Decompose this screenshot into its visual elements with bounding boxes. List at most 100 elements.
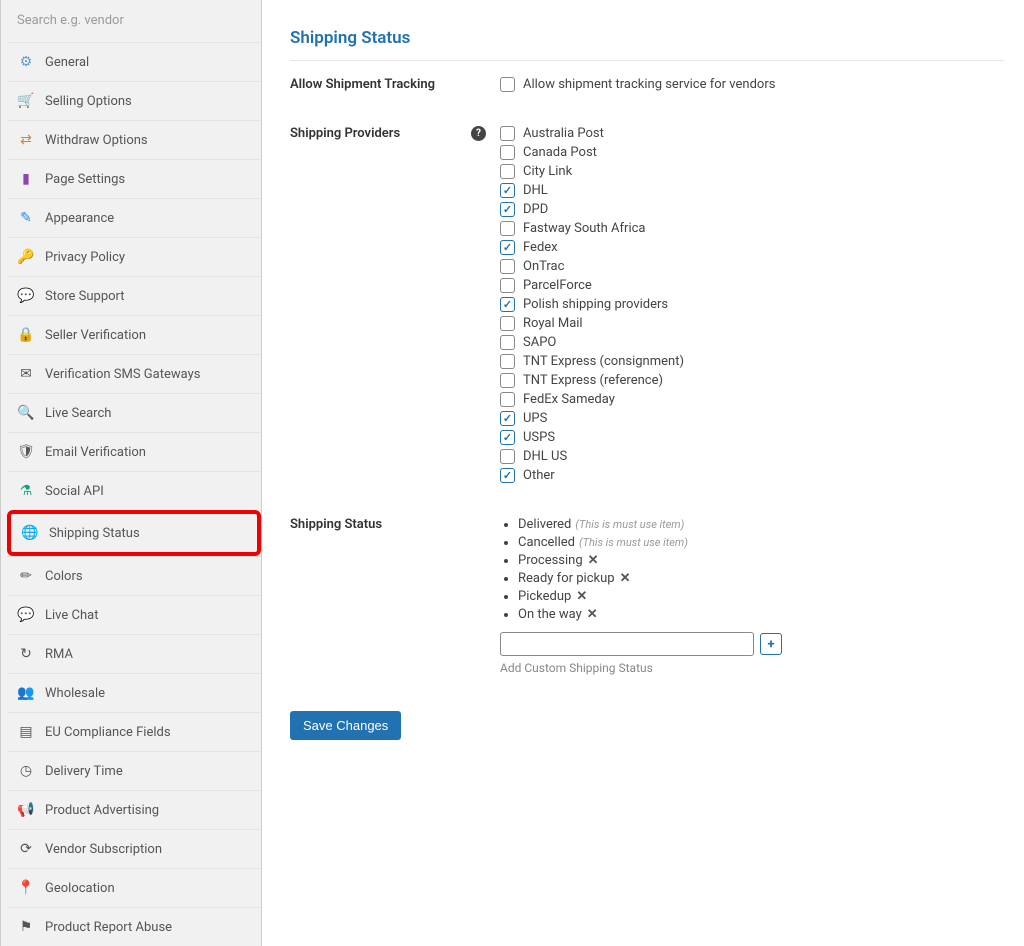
provider-label: Royal Mail: [523, 316, 583, 331]
provider-checkbox[interactable]: [500, 259, 515, 274]
provider-checkbox[interactable]: [500, 373, 515, 388]
remove-status-icon[interactable]: ✕: [576, 589, 587, 604]
sidebar-item-label: Verification SMS Gateways: [45, 367, 200, 382]
provider-checkbox[interactable]: [500, 183, 515, 198]
add-status-button[interactable]: +: [760, 633, 782, 655]
sidebar-item-appearance[interactable]: ✎Appearance: [7, 198, 261, 237]
sidebar-item-label: Shipping Status: [49, 526, 140, 541]
sidebar-item-email-verification[interactable]: 🛡Email Verification: [7, 432, 261, 471]
provider-checkbox[interactable]: [500, 392, 515, 407]
sidebar-item-geolocation[interactable]: 📍Geolocation: [7, 868, 261, 907]
provider-label: TNT Express (consignment): [523, 354, 684, 369]
search-input[interactable]: Search e.g. vendor: [7, 6, 261, 42]
provider-checkbox[interactable]: [500, 278, 515, 293]
sidebar-item-colors[interactable]: ✏ Colors: [7, 556, 261, 595]
sidebar-item-label: Live Search: [45, 406, 111, 421]
nav-icon: ⚗: [17, 482, 35, 500]
sidebar-item-label: Geolocation: [45, 881, 115, 896]
sidebar-item-seller-verification[interactable]: 🔒Seller Verification: [7, 315, 261, 354]
status-item-label: Ready for pickup: [518, 571, 615, 586]
sidebar-item-label: Wholesale: [45, 686, 105, 701]
remove-status-icon[interactable]: ✕: [587, 607, 598, 622]
status-item: Ready for pickup ✕: [518, 571, 1004, 586]
provider-checkbox[interactable]: [500, 354, 515, 369]
sidebar-item-label: Colors: [45, 569, 83, 584]
sidebar-item-general[interactable]: ⚙General: [7, 42, 261, 81]
status-item-label: Cancelled: [518, 535, 575, 550]
sidebar-item-shipping-status[interactable]: 🌐 Shipping Status: [7, 510, 261, 556]
provider-label: Fastway South Africa: [523, 221, 646, 236]
provider-checkbox[interactable]: [500, 145, 515, 160]
provider-checkbox[interactable]: [500, 468, 515, 483]
provider-label: Polish shipping providers: [523, 297, 668, 312]
provider-checkbox[interactable]: [500, 126, 515, 141]
status-item: Delivered(This is must use item): [518, 517, 1004, 532]
provider-label: UPS: [523, 411, 547, 426]
sidebar-item-withdraw-options[interactable]: ⇄Withdraw Options: [7, 120, 261, 159]
provider-checkbox[interactable]: [500, 411, 515, 426]
sidebar-item-label: Product Report Abuse: [45, 920, 172, 935]
sidebar-item-privacy-policy[interactable]: 🔑Privacy Policy: [7, 237, 261, 276]
sidebar-item-product-report-abuse[interactable]: ⚑ Product Report Abuse: [7, 907, 261, 946]
nav-icon: ↻: [17, 645, 35, 663]
provider-checkbox[interactable]: [500, 430, 515, 445]
status-item-label: Processing: [518, 553, 583, 568]
tracking-checkbox-label: Allow shipment tracking service for vend…: [523, 77, 775, 92]
provider-label: SAPO: [523, 335, 556, 350]
sidebar-item-label: EU Compliance Fields: [45, 725, 171, 740]
sidebar-item-page-settings[interactable]: ▮Page Settings: [7, 159, 261, 198]
provider-label: City Link: [523, 164, 572, 179]
sidebar-item-verification-sms-gateways[interactable]: ✉ Verification SMS Gateways: [7, 354, 261, 393]
sidebar-item-eu-compliance-fields[interactable]: ▤ EU Compliance Fields: [7, 712, 261, 751]
custom-status-input[interactable]: [500, 632, 754, 656]
nav-icon: ✏: [17, 567, 35, 585]
remove-status-icon[interactable]: ✕: [620, 571, 631, 586]
nav-icon: ◷: [17, 762, 35, 780]
status-item: Processing ✕: [518, 553, 1004, 568]
provider-checkbox[interactable]: [500, 202, 515, 217]
nav-icon: 🔑: [17, 248, 35, 266]
sidebar-item-wholesale[interactable]: 👥 Wholesale: [7, 673, 261, 712]
nav-icon: ▤: [17, 723, 35, 741]
add-status-helper: Add Custom Shipping Status: [500, 661, 1004, 675]
sidebar-item-live-search[interactable]: 🔍Live Search: [7, 393, 261, 432]
sidebar-item-social-api[interactable]: ⚗Social API: [7, 471, 261, 510]
sidebar-item-label: RMA: [45, 647, 73, 662]
provider-checkbox[interactable]: [500, 316, 515, 331]
provider-checkbox[interactable]: [500, 297, 515, 312]
sidebar-item-selling-options[interactable]: 🛒Selling Options: [7, 81, 261, 120]
tracking-checkbox[interactable]: [500, 77, 515, 92]
sidebar-item-live-chat[interactable]: 💬Live Chat: [7, 595, 261, 634]
status-item: Pickedup✕: [518, 589, 1004, 604]
sidebar-item-store-support[interactable]: 💬Store Support: [7, 276, 261, 315]
remove-status-icon[interactable]: ✕: [588, 553, 599, 568]
nav-icon: ✉: [17, 365, 35, 383]
sidebar-item-product-advertising[interactable]: 📢Product Advertising: [7, 790, 261, 829]
nav-icon: ⚑: [17, 918, 35, 936]
sidebar-item-label: Appearance: [45, 211, 114, 226]
sidebar-item-delivery-time[interactable]: ◷Delivery Time: [7, 751, 261, 790]
save-button[interactable]: Save Changes: [290, 711, 401, 740]
provider-checkbox[interactable]: [500, 164, 515, 179]
provider-label: DPD: [523, 202, 548, 217]
provider-checkbox[interactable]: [500, 335, 515, 350]
nav-icon: 🔒: [17, 326, 35, 344]
sidebar-item-rma[interactable]: ↻ RMA: [7, 634, 261, 673]
provider-checkbox[interactable]: [500, 449, 515, 464]
nav-icon: 🌐: [21, 524, 39, 542]
nav-icon: 💬: [17, 287, 35, 305]
sidebar-item-vendor-subscription[interactable]: ⟳Vendor Subscription: [7, 829, 261, 868]
status-item-label: On the way: [518, 607, 582, 622]
settings-content: Shipping Status Allow Shipment Tracking …: [262, 0, 1024, 946]
providers-label: Shipping Providers ?: [290, 126, 500, 141]
provider-checkbox[interactable]: [500, 240, 515, 255]
provider-checkbox[interactable]: [500, 221, 515, 236]
settings-sidebar: Search e.g. vendor ⚙General🛒Selling Opti…: [0, 0, 262, 946]
provider-label: ParcelForce: [523, 278, 592, 293]
nav-icon: 👥: [17, 684, 35, 702]
sidebar-item-label: Withdraw Options: [45, 133, 148, 148]
tracking-label: Allow Shipment Tracking: [290, 77, 500, 92]
help-icon[interactable]: ?: [471, 126, 486, 141]
nav-icon: 💬: [17, 606, 35, 624]
nav-icon: 🛒: [17, 92, 35, 110]
